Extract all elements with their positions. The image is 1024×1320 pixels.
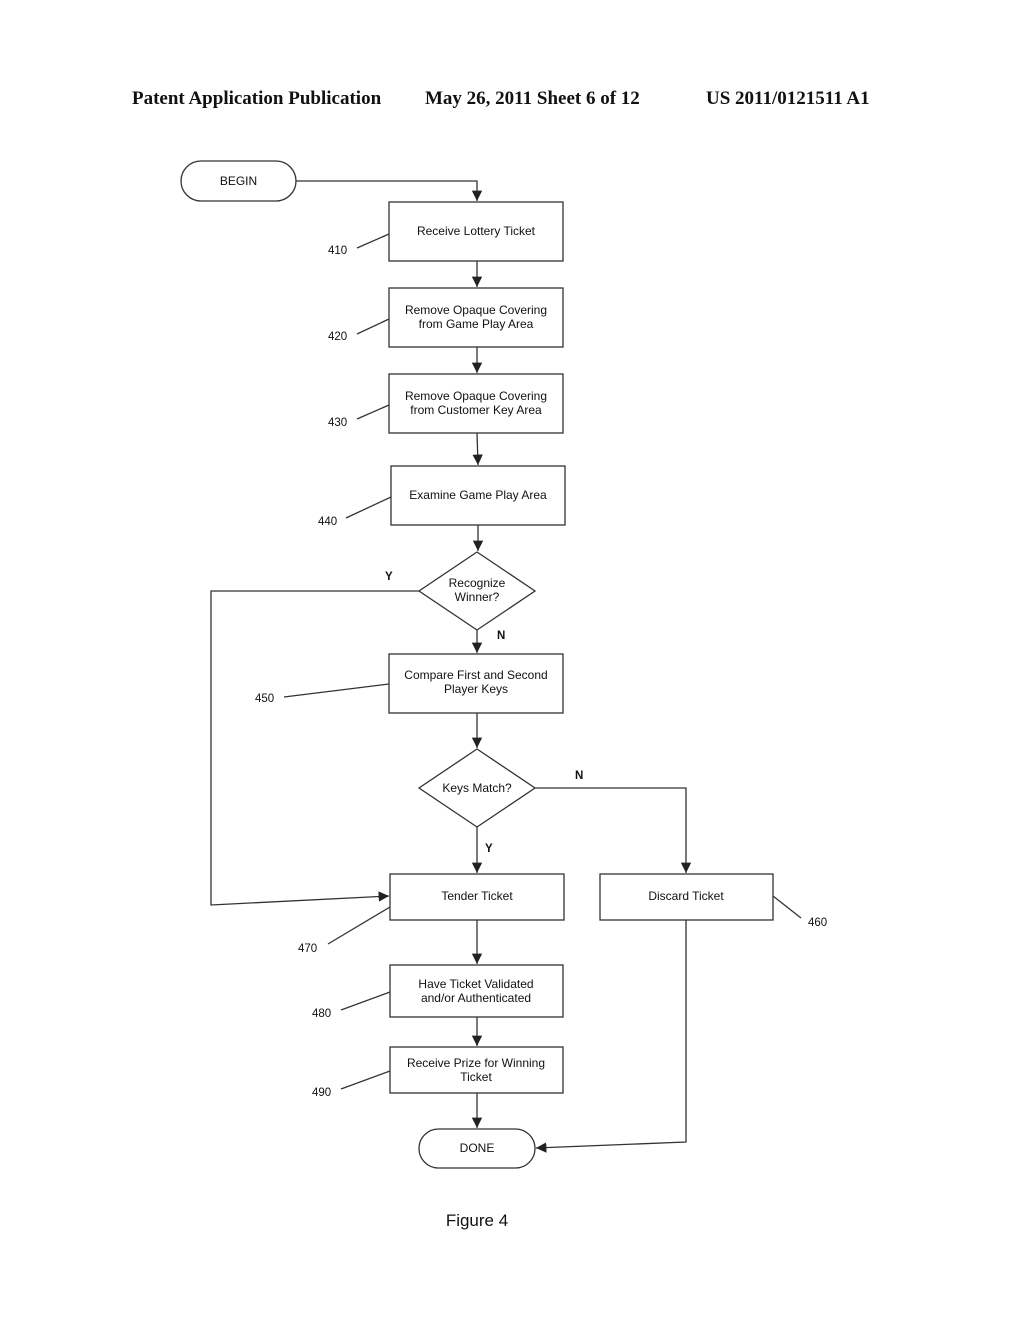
ref-470: 470: [298, 943, 317, 955]
step-450-box: Compare First and Second Player Keys: [388, 653, 564, 714]
connector-decision2-no-460: [535, 787, 692, 873]
decision-keys-match: Keys Match?: [417, 748, 537, 828]
step-480-box: Have Ticket Validated and/or Authenticat…: [389, 964, 564, 1018]
step-430-label-line2: from Customer Key Area: [410, 403, 542, 417]
leader-460: [772, 895, 802, 919]
ref-420: 420: [328, 331, 347, 343]
leader-470: [327, 906, 391, 945]
step-460-box: Discard Ticket: [599, 873, 774, 921]
flowchart-figure: BEGIN Receive Lottery Ticket 410 Remove …: [180, 160, 827, 1230]
connector-decision1-yes-470: [210, 590, 419, 906]
leader-430: [356, 404, 390, 420]
step-480-label-line1: Have Ticket Validated: [418, 977, 533, 991]
decision-1-yes-label: Y: [385, 571, 393, 583]
decision-1-no-label: N: [497, 630, 505, 642]
step-490-label-line2: Ticket: [460, 1070, 492, 1084]
ref-430: 430: [328, 417, 347, 429]
step-490-box: Receive Prize for Winning Ticket: [389, 1046, 564, 1094]
connector-430-440: [472, 432, 483, 466]
ref-490: 490: [312, 1087, 331, 1099]
step-470-box: Tender Ticket: [389, 873, 565, 921]
begin-terminator: BEGIN: [180, 160, 297, 202]
leader-440: [345, 496, 392, 519]
connector-begin-410: [296, 180, 483, 201]
decision-1-label-line2: Winner?: [455, 590, 500, 604]
step-460-label: Discard Ticket: [648, 889, 724, 903]
step-450-label-line2: Player Keys: [444, 682, 508, 696]
decision-1-label-line1: Recognize: [449, 576, 506, 590]
step-410-box: Receive Lottery Ticket: [388, 201, 564, 262]
done-terminator: DONE: [418, 1128, 536, 1169]
step-440-box: Examine Game Play Area: [390, 465, 566, 526]
step-430-label-line1: Remove Opaque Covering: [405, 389, 547, 403]
step-470-label: Tender Ticket: [441, 889, 513, 903]
step-430-box: Remove Opaque Covering from Customer Key…: [388, 373, 564, 434]
step-420-box: Remove Opaque Covering from Game Play Ar…: [388, 287, 564, 348]
decision-2-yes-label: Y: [485, 843, 493, 855]
leader-490: [340, 1070, 391, 1090]
step-410-label: Receive Lottery Ticket: [417, 224, 536, 238]
step-490-label-line1: Receive Prize for Winning: [407, 1056, 545, 1070]
decision-2-label: Keys Match?: [442, 781, 512, 795]
step-420-label-line2: from Game Play Area: [419, 317, 534, 331]
step-450-label-line1: Compare First and Second: [404, 668, 547, 682]
leader-480: [340, 991, 391, 1011]
ref-450: 450: [255, 693, 274, 705]
leader-450: [283, 683, 390, 698]
done-label: DONE: [460, 1141, 495, 1155]
step-480-label-line2: and/or Authenticated: [421, 991, 531, 1005]
connector-460-done: [535, 920, 687, 1153]
ref-440: 440: [318, 516, 337, 528]
leader-410: [356, 233, 390, 249]
decision-recognize-winner: Recognize Winner?: [417, 551, 537, 631]
begin-label: BEGIN: [220, 174, 257, 188]
ref-460: 460: [808, 917, 827, 929]
leader-420: [356, 318, 390, 335]
step-440-label: Examine Game Play Area: [409, 488, 547, 502]
figure-caption: Figure 4: [446, 1211, 508, 1230]
ref-480: 480: [312, 1008, 331, 1020]
step-420-label-line1: Remove Opaque Covering: [405, 303, 547, 317]
ref-410: 410: [328, 245, 347, 257]
decision-2-no-label: N: [575, 770, 583, 782]
